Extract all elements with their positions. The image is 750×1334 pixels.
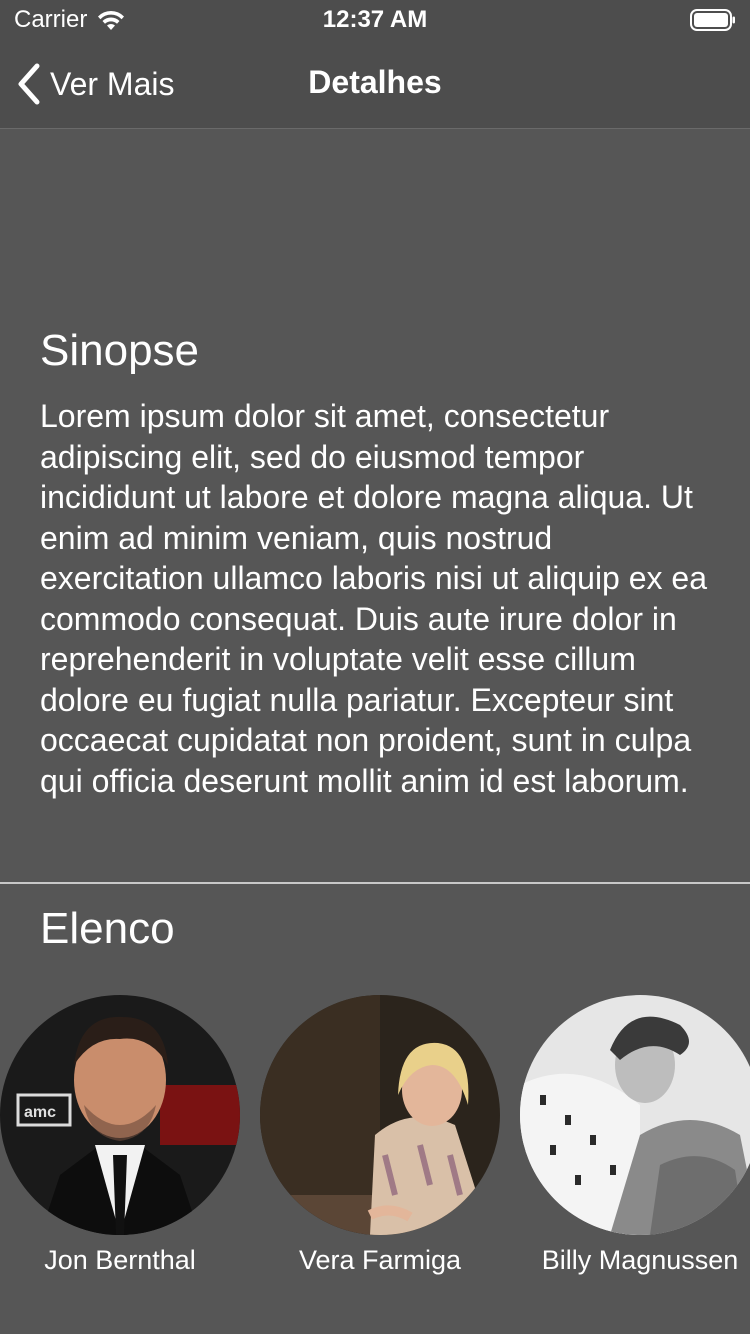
page-title: Detalhes (308, 64, 442, 100)
details-screen: Carrier 12:37 AM Ver Mais Detalhes Sinop… (0, 0, 750, 1334)
status-time: 12:37 AM (322, 6, 428, 33)
cast-photo-vera-farmiga (260, 995, 500, 1235)
cast-carousel[interactable]: amc Jon Bernthal Vera Farmiga Billy Magn… (0, 995, 750, 1285)
synopsis-text: Lorem ipsum dolor sit amet, consectetur … (40, 398, 708, 799)
cast-member-name: Billy Magnussen (541, 1245, 739, 1275)
cast-member-name: Vera Farmiga (298, 1245, 462, 1275)
cast-photo-jon-bernthal: amc (0, 995, 240, 1235)
status-bar: Carrier 12:37 AM (0, 0, 750, 40)
synopsis-heading: Sinopse (40, 326, 200, 375)
section-divider (0, 882, 750, 884)
cast-member-vera-farmiga[interactable]: Vera Farmiga (260, 995, 520, 1285)
cast-member-jon-bernthal[interactable]: amc Jon Bernthal (0, 995, 260, 1285)
cast-member-name: Jon Bernthal (44, 1245, 196, 1275)
svg-text:amc: amc (24, 1104, 56, 1121)
cast-member-billy-magnussen[interactable]: Billy Magnussen (520, 995, 750, 1285)
battery-icon (690, 9, 735, 31)
cast-heading: Elenco (40, 904, 175, 953)
navigation-bar: Ver Mais Detalhes (0, 40, 750, 129)
avatar[interactable]: amc (0, 995, 240, 1235)
avatar[interactable] (520, 995, 750, 1235)
cast-photo-billy-magnussen (520, 995, 750, 1235)
avatar[interactable] (260, 995, 500, 1235)
